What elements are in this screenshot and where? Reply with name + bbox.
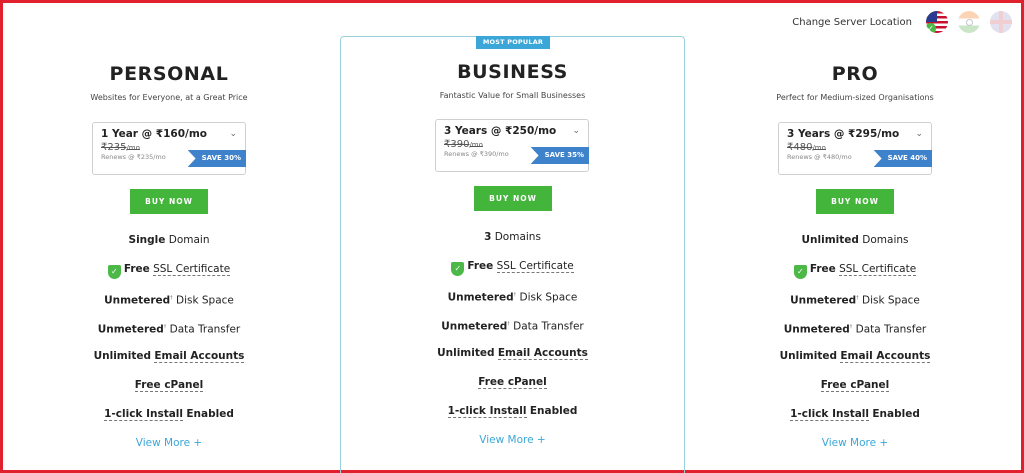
chevron-down-icon: ⌄ (229, 129, 237, 139)
server-location-label: Change Server Location (792, 16, 912, 28)
uk-flag-icon[interactable] (990, 11, 1012, 33)
shield-check-icon: ✓ (793, 265, 807, 279)
cpanel-tooltip-link[interactable]: Free cPanel (478, 376, 547, 389)
feature-list: Single Domain ✓ Free SSL Certificate Unme… (52, 234, 286, 466)
footnote-marker: † (507, 321, 510, 327)
feature-cpanel: Free cPanel (52, 379, 286, 408)
view-more-link[interactable]: View More + (340, 434, 685, 463)
footnote-marker: † (849, 324, 853, 330)
selected-term: 1 Year @ ₹160/mo (101, 128, 208, 140)
feature-install: 1-click Install Enabled (447, 405, 578, 418)
cpanel-tooltip-link[interactable]: Free cPanel (820, 379, 890, 392)
feature-transfer: Unmetered† Data Transfer (97, 323, 241, 336)
view-more-link[interactable]: View More + (52, 437, 286, 466)
feature-domains: Unlimited Domains (801, 234, 909, 246)
feature-list: Unlimited Domains ✓ Free SSL Certificate … (738, 234, 972, 466)
feature-disk: Unmetered† Disk Space (447, 291, 578, 304)
plan-title: BUSINESS (457, 61, 568, 83)
ssl-tooltip-link[interactable]: SSL Certificate (153, 263, 231, 276)
save-badge: SAVE 30% (187, 150, 246, 167)
feature-disk: Unmetered† Disk Space (790, 294, 920, 307)
install-tooltip-link[interactable]: 1-click Install (104, 408, 184, 421)
plan-subtitle: Fantastic Value for Small Businesses (439, 91, 586, 100)
feature-install: 1-click Install Enabled (104, 408, 234, 421)
feature-email: Unlimited Email Accounts (437, 347, 588, 360)
ssl-tooltip-link[interactable]: SSL Certificate (496, 260, 574, 273)
footnote-marker: † (513, 292, 517, 298)
server-location-bar: Change Server Location ✓ (792, 10, 1012, 34)
buy-now-button[interactable]: BUY NOW (130, 189, 208, 214)
us-flag-icon[interactable]: ✓ (926, 11, 948, 33)
email-tooltip-link[interactable]: Email Accounts (840, 350, 931, 363)
plan-subtitle: Perfect for Medium-sized Organisations (776, 93, 934, 102)
save-badge: SAVE 35% (530, 147, 589, 164)
feature-install: 1-click Install Enabled (790, 408, 920, 421)
feature-list: 3 Domains ✓ Free SSL Certificate Unmetere… (340, 231, 685, 463)
feature-transfer: Unmetered† Data Transfer (441, 320, 584, 333)
buy-now-button[interactable]: BUY NOW (816, 189, 894, 214)
install-tooltip-link[interactable]: 1-click Install (447, 405, 527, 418)
footnote-marker: † (163, 324, 167, 330)
plan-title: PERSONAL (109, 63, 229, 85)
install-tooltip-link[interactable]: 1-click Install (790, 408, 870, 421)
feature-ssl: ✓ Free SSL Certificate (340, 260, 685, 289)
term-select[interactable]: 3 Years @ ₹250/mo ⌄ ₹390/mo Renews @ ₹39… (435, 119, 589, 172)
cpanel-tooltip-link[interactable]: Free cPanel (134, 379, 204, 392)
chevron-down-icon: ⌄ (572, 126, 580, 136)
feature-ssl: ✓ Free SSL Certificate (52, 263, 286, 292)
chevron-down-icon: ⌄ (915, 129, 923, 139)
feature-domains: 3 Domains (484, 231, 541, 243)
email-tooltip-link[interactable]: Email Accounts (154, 350, 245, 363)
save-badge: SAVE 40% (873, 150, 932, 167)
shield-check-icon: ✓ (451, 262, 465, 276)
feature-email: Unlimited Email Accounts (93, 350, 245, 363)
feature-cpanel: Free cPanel (340, 376, 685, 405)
term-select[interactable]: 3 Years @ ₹295/mo ⌄ ₹480/mo Renews @ ₹48… (778, 122, 932, 175)
term-select[interactable]: 1 Year @ ₹160/mo ⌄ ₹235/mo Renews @ ₹235… (92, 122, 246, 175)
view-more-link[interactable]: View More + (738, 437, 972, 466)
shield-check-icon: ✓ (107, 265, 121, 279)
email-tooltip-link[interactable]: Email Accounts (497, 347, 588, 360)
feature-cpanel: Free cPanel (738, 379, 972, 408)
feature-disk: Unmetered† Disk Space (104, 294, 234, 307)
ssl-tooltip-link[interactable]: SSL Certificate (839, 263, 917, 276)
india-flag-icon[interactable] (958, 11, 980, 33)
footnote-marker: † (170, 295, 173, 301)
buy-now-button[interactable]: BUY NOW (474, 186, 552, 211)
feature-domains: Single Domain (128, 234, 210, 246)
most-popular-badge: MOST POPULAR (476, 36, 550, 49)
footnote-marker: † (856, 295, 859, 301)
feature-ssl: ✓ Free SSL Certificate (738, 263, 972, 292)
feature-email: Unlimited Email Accounts (779, 350, 931, 363)
selected-term: 3 Years @ ₹295/mo (787, 128, 900, 140)
check-icon: ✓ (926, 23, 936, 33)
plan-subtitle: Websites for Everyone, at a Great Price (90, 93, 248, 102)
feature-transfer: Unmetered† Data Transfer (783, 323, 927, 336)
selected-term: 3 Years @ ₹250/mo (444, 125, 557, 137)
plan-title: PRO (831, 63, 879, 85)
